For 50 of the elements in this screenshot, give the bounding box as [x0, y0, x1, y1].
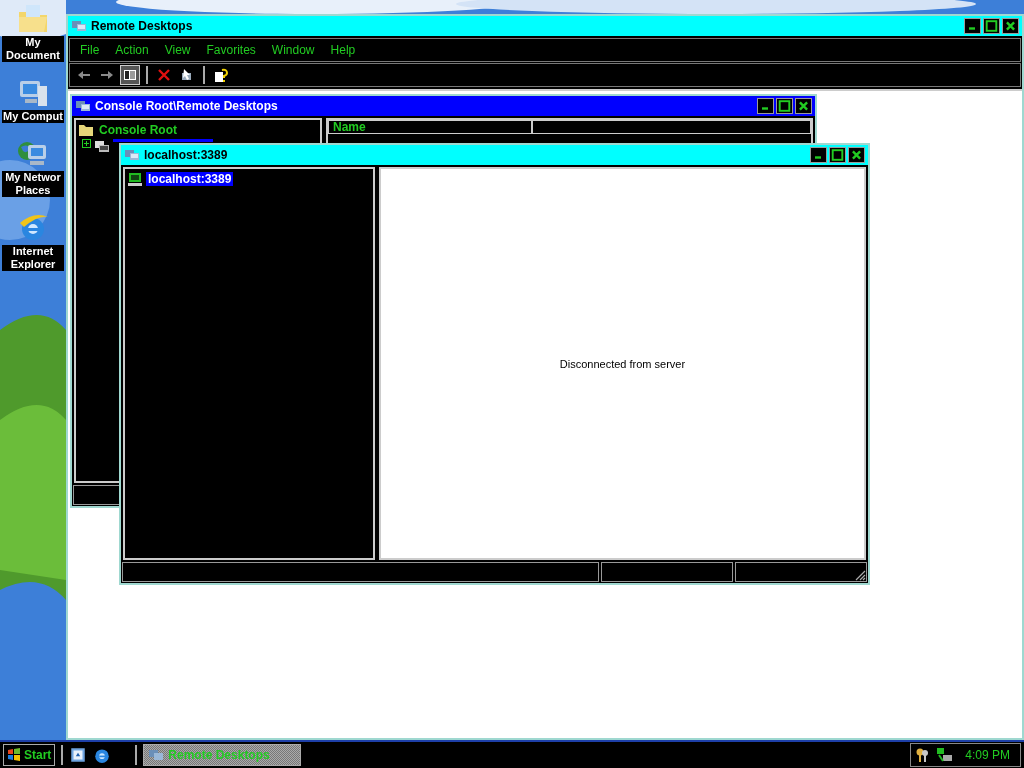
minimize-button[interactable] — [810, 147, 827, 163]
network-icon[interactable] — [935, 747, 954, 763]
maximize-button[interactable] — [776, 98, 793, 114]
expand-icon[interactable] — [82, 139, 91, 148]
close-icon — [850, 149, 863, 161]
menu-item[interactable]: View — [164, 43, 191, 57]
maximize-icon — [831, 149, 844, 161]
menu-item[interactable]: Window — [271, 43, 315, 57]
tree-item[interactable]: Console Root — [97, 122, 179, 137]
minimize-button[interactable] — [757, 98, 774, 114]
window-title: Console Root\Remote Desktops — [95, 99, 278, 113]
show-tree-button[interactable] — [120, 65, 140, 85]
computers-icon — [94, 139, 110, 155]
maximize-icon — [985, 20, 998, 32]
minimize-icon — [762, 107, 768, 110]
window-title: localhost:3389 — [144, 148, 228, 162]
menu-item[interactable]: Action — [115, 43, 149, 57]
browser-icon[interactable] — [93, 746, 112, 764]
minimize-icon — [969, 27, 975, 30]
window-title: Remote Desktops — [91, 19, 193, 33]
status-message: Disconnected from server — [559, 357, 686, 370]
computer-icon — [127, 170, 143, 187]
maximize-icon — [778, 100, 791, 112]
close-button[interactable] — [1002, 18, 1019, 34]
show-desktop-icon[interactable] — [69, 746, 88, 764]
x-mark-icon — [156, 67, 172, 83]
maximize-button[interactable] — [983, 18, 1000, 34]
computers-icon — [75, 98, 91, 114]
computers-icon — [124, 147, 140, 163]
panes-icon — [122, 67, 138, 83]
help-icon — [213, 67, 229, 83]
close-button[interactable] — [795, 98, 812, 114]
tree-item[interactable]: localhost:3389 — [146, 171, 234, 186]
resize-grip-icon[interactable] — [854, 569, 866, 581]
computers-icon — [71, 18, 87, 34]
close-icon — [797, 100, 810, 112]
clock[interactable]: 4:09 PM — [965, 748, 1010, 762]
windows-flag-icon — [7, 748, 21, 762]
menu-item[interactable]: Help — [330, 43, 356, 57]
start-button[interactable]: Start — [3, 744, 56, 766]
close-icon — [1004, 20, 1017, 32]
column-header[interactable] — [532, 120, 811, 134]
maximize-button[interactable] — [829, 147, 846, 163]
column-header[interactable]: Name — [328, 120, 532, 134]
computers-icon — [148, 747, 165, 763]
minimize-icon — [815, 156, 821, 159]
close-button[interactable] — [848, 147, 865, 163]
menu-item[interactable]: Favorites — [206, 43, 256, 57]
minimize-button[interactable] — [964, 18, 981, 34]
menu-item[interactable]: File — [80, 43, 100, 57]
